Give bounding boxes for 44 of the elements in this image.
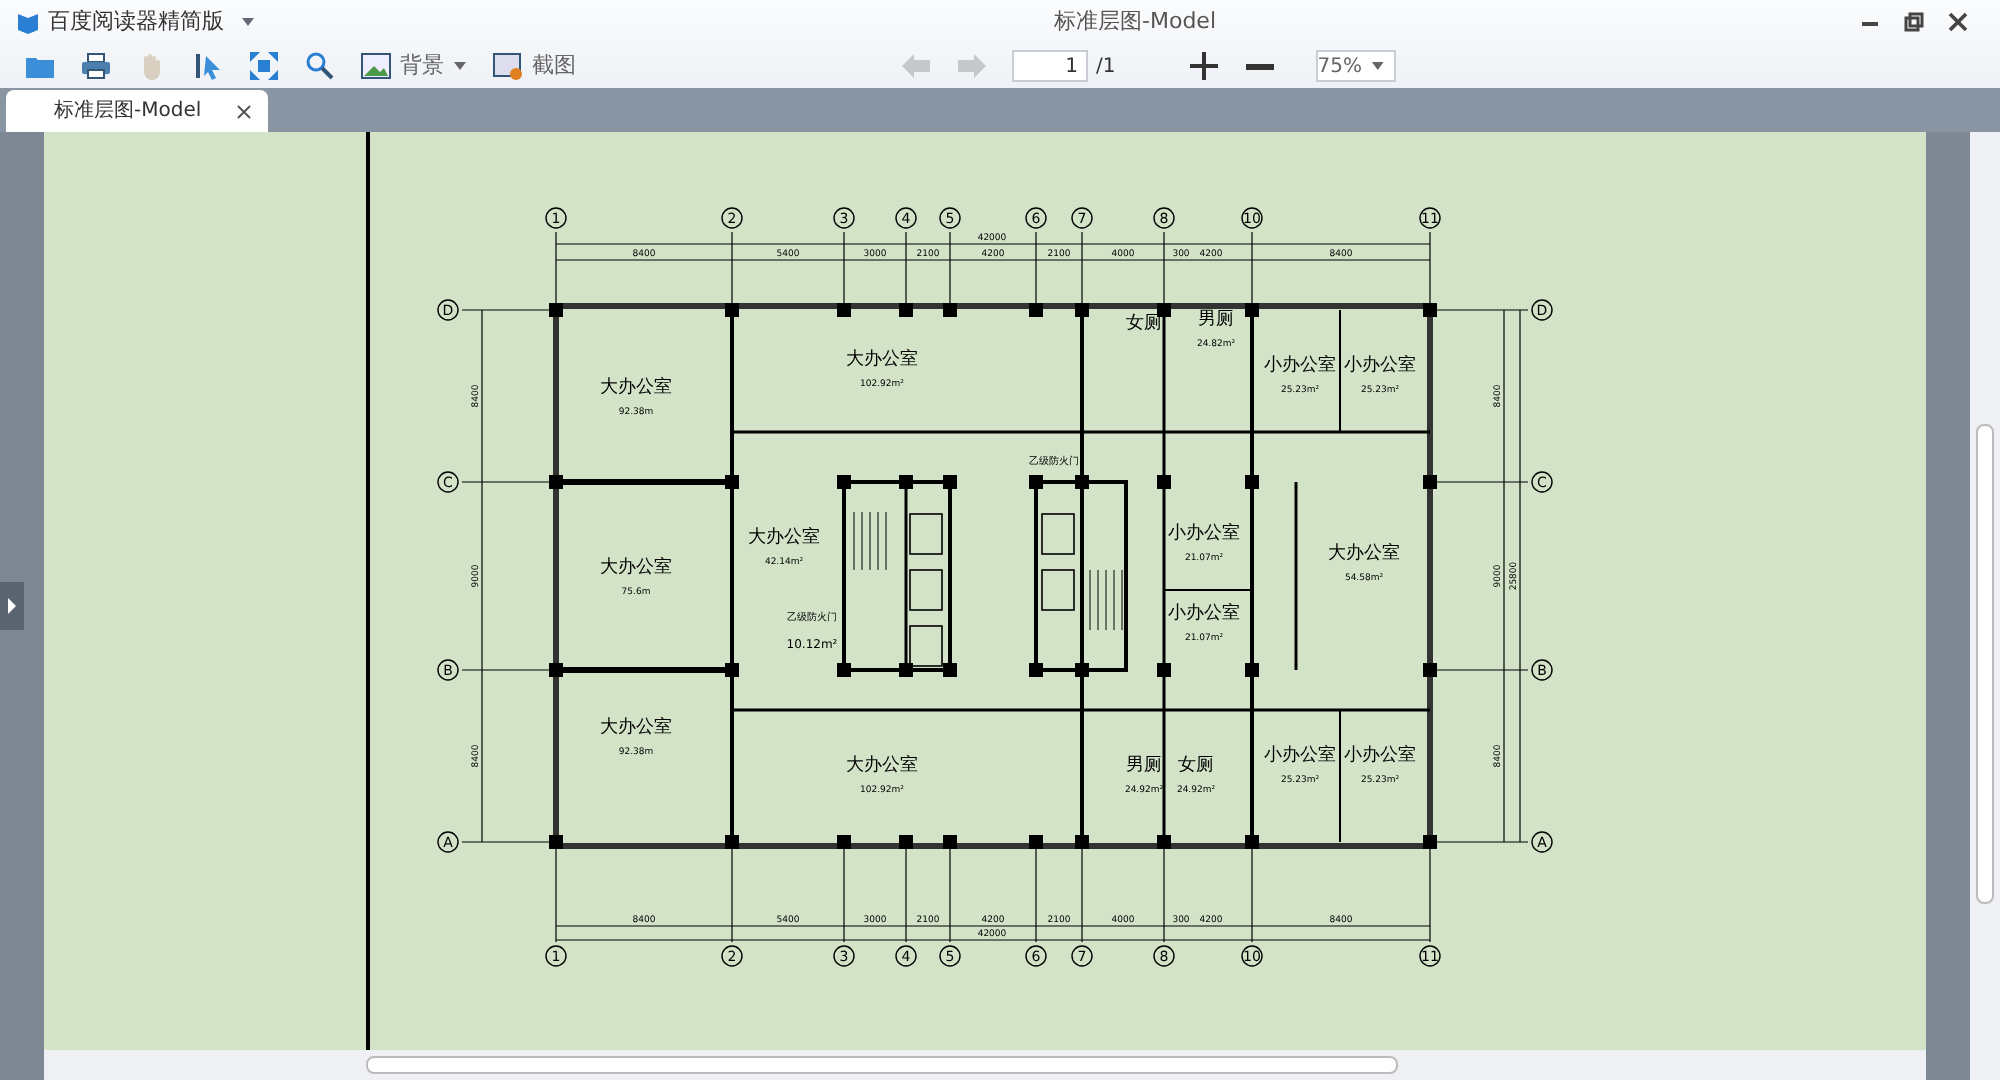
zoom-select[interactable]: 75%	[1315, 50, 1396, 82]
restore-icon[interactable]	[1904, 12, 1924, 32]
room-name: 大办公室	[846, 350, 918, 370]
caret-icon	[452, 58, 468, 74]
page-total: /1	[1096, 53, 1116, 81]
room-name: 大办公室	[600, 558, 672, 578]
picture-icon	[360, 50, 392, 82]
arrow-right-icon	[6, 598, 18, 614]
tab-label: 标准层图-Model	[54, 97, 202, 126]
room-name: 小办公室	[1344, 356, 1416, 376]
room-name: 大办公室	[600, 718, 672, 738]
room-name: 小办公室	[1168, 524, 1240, 544]
room-name: 大办公室	[1328, 544, 1400, 564]
app-logo-icon	[16, 10, 40, 34]
room-name: 大办公室	[846, 756, 918, 776]
room-name: 大办公室	[748, 528, 820, 548]
app-name: 百度阅读器精简版	[48, 5, 224, 38]
close-icon[interactable]	[236, 103, 252, 119]
close-icon[interactable]	[1948, 12, 1968, 32]
room-name: 小办公室	[1264, 356, 1336, 376]
caret-icon	[1369, 58, 1386, 74]
room-name: 小办公室	[1344, 746, 1416, 766]
background-button[interactable]: 背景	[360, 49, 468, 83]
screenshot-button[interactable]: 截图	[492, 49, 576, 83]
room-name: 小办公室	[1168, 604, 1240, 624]
room-name: 女厕	[1178, 756, 1214, 776]
room-name: 男厕	[1198, 310, 1234, 330]
page-input[interactable]: 1	[1012, 50, 1088, 82]
print-icon[interactable]	[80, 50, 112, 82]
room-name: 男厕	[1126, 756, 1162, 776]
dropdown-caret-icon[interactable]	[240, 14, 256, 30]
select-pointer-icon[interactable]	[192, 50, 224, 82]
room-name: 女厕	[1126, 314, 1162, 334]
side-panel-toggle[interactable]	[0, 582, 24, 630]
room-name: 大办公室	[600, 378, 672, 398]
vertical-scrollbar[interactable]	[1976, 424, 1994, 904]
screenshot-icon	[492, 50, 524, 82]
document-tab[interactable]: 标准层图-Model	[6, 90, 268, 132]
horizontal-scrollbar[interactable]	[366, 1056, 1398, 1074]
room-name: 小办公室	[1264, 746, 1336, 766]
fit-screen-icon[interactable]	[248, 50, 280, 82]
window-title: 标准层图-Model	[1054, 5, 1216, 38]
plus-icon[interactable]	[1187, 50, 1220, 82]
zoom-icon[interactable]	[304, 50, 336, 82]
